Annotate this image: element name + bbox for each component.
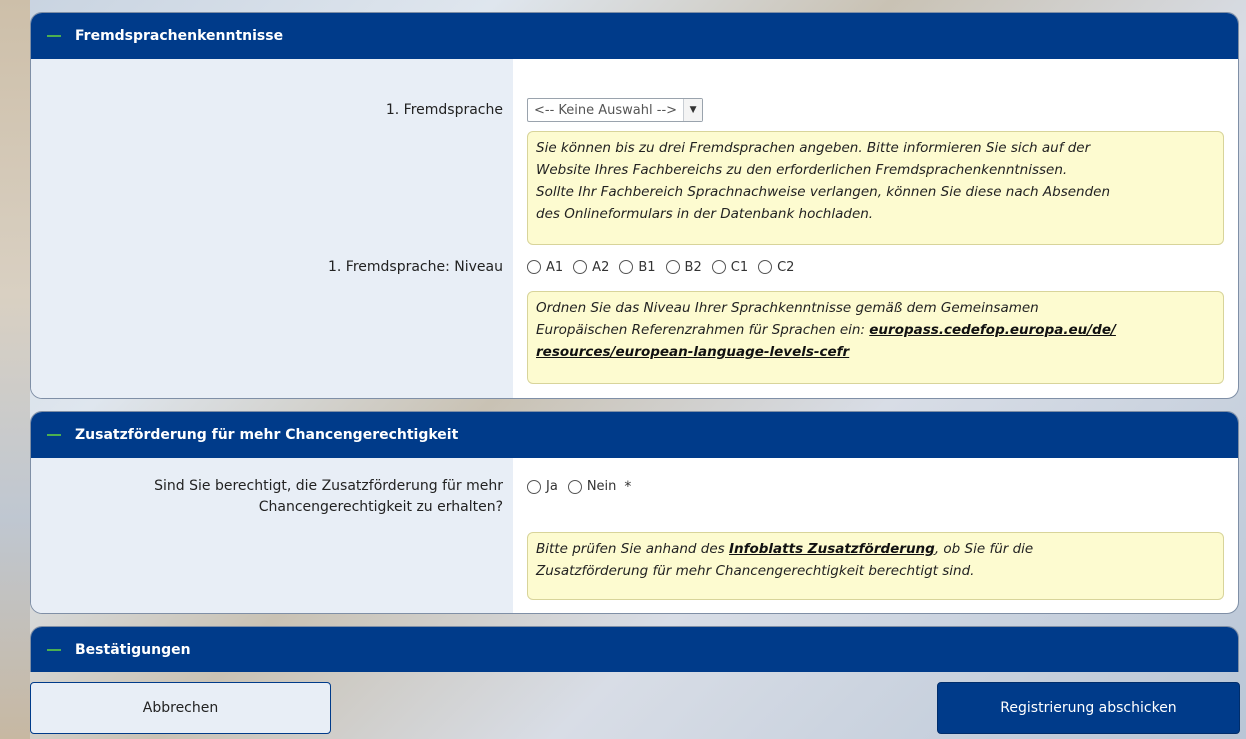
radio-label: B1	[638, 259, 656, 275]
eligibility-question: Sind Sie berechtigt, die Zusatzförderung…	[31, 476, 513, 518]
hint-line: Sollte Ihr Fachbereich Sprachnachweise v…	[536, 184, 1111, 200]
section-fremdsprachen: Fremdsprachenkenntnisse 1. Fremdsprache …	[30, 12, 1239, 399]
radio-circle-icon[interactable]	[711, 260, 726, 274]
section-zusatzfoerderung: Zusatzförderung für mehr Chancengerechti…	[30, 411, 1239, 614]
hint-line: Ordnen Sie das Niveau Ihrer Sprachkenntn…	[536, 300, 1039, 316]
collapse-icon[interactable]	[47, 35, 61, 37]
radio-label: C2	[777, 259, 795, 275]
background-image	[0, 0, 30, 739]
language-select[interactable]: <-- Keine Auswahl --> ▼	[527, 98, 704, 122]
level-hint: Ordnen Sie das Niveau Ihrer Sprachkenntn…	[527, 291, 1224, 384]
radio-circle-icon[interactable]	[527, 260, 541, 274]
submit-registration-button[interactable]: Registrierung abschicken	[937, 682, 1240, 734]
question-line: Sind Sie berechtigt, die Zusatzförderung…	[154, 478, 503, 494]
section-header-fremdsprachen[interactable]: Fremdsprachenkenntnisse	[31, 13, 1238, 59]
hint-line: Sie können bis zu drei Fremdsprachen ang…	[536, 140, 1091, 156]
level-radio-group: A1 A2 B1 B2 C1 C2	[527, 256, 1238, 278]
radio-level-c1[interactable]: C1	[711, 259, 749, 275]
hint-line: des Onlineformulars in der Datenbank hoc…	[536, 206, 874, 222]
dropdown-arrow-icon[interactable]: ▼	[683, 99, 703, 121]
zusatz-hint: Bitte prüfen Sie anhand des Infoblatts Z…	[527, 532, 1224, 600]
section-header-zusatz[interactable]: Zusatzförderung für mehr Chancengerechti…	[31, 412, 1238, 458]
infoblatt-link[interactable]: Infoblatts Zusatzförderung	[729, 541, 935, 557]
radio-label: A2	[592, 259, 610, 275]
required-asterisk: *	[624, 478, 632, 495]
radio-label: A1	[546, 259, 564, 275]
radio-label: Nein	[586, 479, 617, 494]
radio-circle-icon[interactable]	[619, 260, 634, 274]
radio-circle-icon[interactable]	[758, 260, 773, 274]
hint-text: , ob Sie für die	[934, 541, 1034, 557]
section-header-bestaetigungen[interactable]: Bestätigungen	[31, 627, 1238, 672]
hint-line: Website Ihres Fachbereichs zu den erford…	[536, 162, 1068, 178]
radio-label: Ja	[546, 479, 558, 494]
radio-level-c2[interactable]: C2	[758, 260, 794, 275]
cefr-link-continued[interactable]: resources/european-language-levels-cefr	[536, 344, 849, 360]
cancel-button[interactable]: Abbrechen	[30, 682, 331, 734]
radio-level-a2[interactable]: A2	[573, 260, 609, 275]
radio-nein[interactable]: Nein	[567, 479, 617, 494]
question-line: Chancengerechtigkeit zu erhalten?	[258, 499, 503, 515]
radio-level-b1[interactable]: B1	[619, 259, 656, 275]
hint-text: Bitte prüfen Sie anhand des	[536, 541, 725, 557]
radio-label: C1	[730, 259, 749, 275]
language-select-value: <-- Keine Auswahl -->	[534, 102, 678, 118]
radio-ja[interactable]: Ja	[527, 479, 558, 494]
radio-circle-icon[interactable]	[567, 479, 582, 494]
language-hint: Sie können bis zu drei Fremdsprachen ang…	[527, 131, 1224, 245]
section-title: Zusatzförderung für mehr Chancengerechti…	[75, 427, 459, 443]
section-bestaetigungen: Bestätigungen	[30, 626, 1239, 672]
cefr-link[interactable]: europass.cedefop.europa.eu/de/	[869, 322, 1116, 338]
lang-label: 1. Fremdsprache	[31, 98, 513, 122]
section-title: Bestätigungen	[75, 642, 191, 658]
radio-level-b2[interactable]: B2	[665, 259, 702, 275]
section-title: Fremdsprachenkenntnisse	[75, 28, 284, 44]
radio-circle-icon[interactable]	[573, 260, 588, 274]
radio-label: B2	[684, 259, 702, 275]
collapse-icon[interactable]	[47, 649, 61, 651]
eligibility-radio-group: Ja Nein *	[527, 476, 1238, 497]
hint-line: Europäischen Referenzrahmen für Sprachen…	[536, 322, 865, 338]
hint-line: Zusatzförderung für mehr Chancengerechti…	[536, 563, 975, 579]
radio-circle-icon[interactable]	[665, 260, 680, 274]
level-label: 1. Fremdsprache: Niveau	[31, 256, 513, 278]
collapse-icon[interactable]	[47, 434, 61, 436]
radio-level-a1[interactable]: A1	[527, 260, 563, 275]
radio-circle-icon[interactable]	[527, 479, 541, 494]
